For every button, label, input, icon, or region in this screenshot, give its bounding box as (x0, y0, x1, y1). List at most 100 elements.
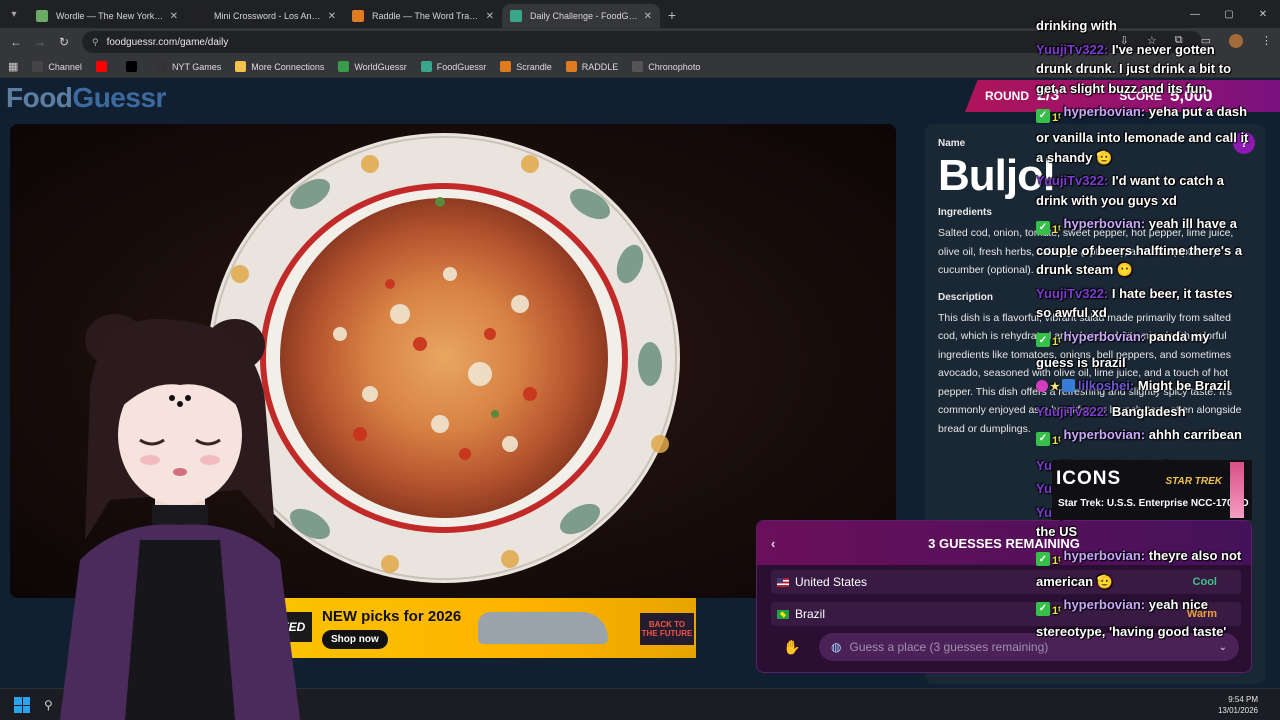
flag-us-icon (777, 577, 789, 587)
verified-badge-icon: ✓ (1036, 552, 1050, 567)
browser-tab[interactable]: Wordle — The New York Times ✕ (28, 4, 186, 28)
chat-overlay-ad[interactable]: ICONS STAR TREK Star Trek: U.S.S. Enterp… (1052, 460, 1252, 520)
ad-right-logo: BACK TO THE FUTURE (640, 613, 694, 645)
thumb-icon[interactable]: ✋ (783, 639, 800, 656)
chat-badges: ✓ 1ᵗ (1036, 108, 1061, 129)
scrandle-icon (500, 61, 512, 72)
browser-tab[interactable]: Daily Challenge - FoodGuessr | ✕ (502, 4, 660, 28)
taskbar-search-icon[interactable]: ⚲ (44, 698, 53, 712)
collapse-chevron-icon[interactable]: ‹ (771, 536, 775, 551)
ad-brand: ICONS (1056, 468, 1122, 489)
forward-icon[interactable]: → (28, 35, 52, 49)
chat-message: ★ lilkoshei: Might be Brazil (1036, 376, 1250, 398)
verified-badge-icon: ✓ (1036, 602, 1050, 616)
rank-badge-icon: 1ᵗ (1052, 435, 1061, 447)
ad-shop-now-button[interactable]: Shop now (322, 630, 388, 649)
address-bar[interactable]: ⚲ foodguessr.com/game/daily (82, 31, 1202, 53)
bookmark-item[interactable]: FoodGuessr (420, 61, 487, 72)
chat-message: YuujiTv322: I'd want to catch a drink wi… (1036, 171, 1250, 210)
chat-message: ✓ 1ᵗ hyperbovian: ahhh carribean (1036, 425, 1250, 451)
bookmark-label: Scrandle (516, 61, 552, 72)
close-tab-icon[interactable]: ✕ (486, 11, 494, 22)
bookmark-item[interactable] (125, 61, 142, 72)
bookmark-item[interactable]: RADDLE (565, 61, 619, 72)
worldguessr-icon (338, 61, 350, 72)
new-tab-button[interactable]: + (660, 7, 684, 23)
x-icon (125, 61, 137, 72)
chat-message: YuujiTv322: I hate beer, it tastes so aw… (1036, 284, 1250, 323)
chat-username[interactable]: hyperbovian: (1064, 548, 1146, 563)
chat-message: ✓ 1ᵗ hyperbovian: yeha put a dash or vanil… (1036, 102, 1250, 167)
round-label: ROUND (985, 89, 1029, 103)
verified-badge-icon: ✓ (1036, 221, 1050, 235)
close-tab-icon[interactable]: ✕ (328, 11, 336, 22)
flag-br-icon (777, 609, 789, 619)
chat-badges: ✓ 1ᵗ (1036, 602, 1061, 622)
guess-country: Brazil (795, 607, 826, 621)
stream-chat-overlay: drinking with YuujiTv322: I've never gott… (1036, 16, 1250, 645)
back-icon[interactable]: ← (4, 35, 28, 49)
tab-search-icon[interactable]: ▾ (0, 0, 28, 28)
chat-message: ✓ 1ᵗ hyperbovian: theyre also not american… (1036, 546, 1250, 592)
close-tab-icon[interactable]: ✕ (644, 11, 652, 22)
chat-badges: ★ (1036, 378, 1075, 398)
bookmark-item[interactable]: NYT Games (155, 61, 221, 72)
chat-username[interactable]: hyperbovian: (1064, 216, 1146, 231)
tab-title: Wordle — The New York Times (56, 11, 164, 21)
chat-message: ✓ 1ᵗ hyperbovian: yeah nice stereotype, 'h… (1036, 595, 1250, 641)
chat-username[interactable]: YuujiTv322: (1036, 404, 1108, 419)
bookmark-label: RADDLE (581, 61, 619, 72)
bookmark-item[interactable]: More Connections (235, 61, 324, 72)
heart-badge-icon (1036, 380, 1048, 393)
bookmark-label: More Connections (251, 61, 325, 72)
chat-username[interactable]: YuujiTv322: (1036, 42, 1108, 57)
chat-username[interactable]: lilkoshei: (1078, 378, 1134, 393)
chat-text: Bangladesh (1111, 403, 1186, 419)
chronophoto-icon (632, 61, 644, 72)
url-text: foodguessr.com/game/daily (106, 36, 229, 48)
foodguessr-icon (510, 10, 522, 22)
la-times-icon (194, 10, 206, 22)
bookmark-item[interactable] (95, 61, 112, 72)
tab-title: Raddle — The Word Transform (372, 11, 480, 21)
chat-text: ahhh carribean (1148, 427, 1242, 443)
apps-icon[interactable]: ▦ (8, 60, 18, 73)
clock-time: 9:54 PM (1228, 695, 1258, 704)
youtube-icon (95, 61, 107, 72)
close-window-icon[interactable]: ✕ (1246, 0, 1280, 28)
rank-badge-icon: 1ᵗ (1052, 224, 1061, 236)
guess-country: United States (795, 575, 868, 589)
chat-username[interactable]: hyperbovian: (1064, 104, 1146, 119)
site-info-icon[interactable]: ⚲ (92, 37, 99, 48)
bookmark-label: FoodGuessr (436, 61, 487, 72)
system-clock[interactable]: 9:54 PM 13/01/2026 (1218, 694, 1258, 716)
vtuber-avatar (60, 300, 320, 720)
chat-username[interactable]: YuujiTv322: (1036, 173, 1108, 188)
close-tab-icon[interactable]: ✕ (170, 11, 178, 22)
bookmark-item[interactable]: Channel (32, 61, 82, 72)
chat-username[interactable]: hyperbovian: (1064, 427, 1146, 442)
browser-tab[interactable]: Mini Crossword - Los Angeles T ✕ (186, 4, 344, 28)
foodguessr-icon (420, 61, 432, 72)
reload-icon[interactable]: ↻ (52, 35, 76, 49)
chat-username[interactable]: YuujiTv322: (1036, 286, 1108, 301)
bookmark-item[interactable]: WorldGuessr (338, 61, 407, 72)
chat-username[interactable]: hyperbovian: (1064, 597, 1146, 612)
verified-badge-icon: ✓ (1036, 108, 1050, 123)
ad-car-image (478, 612, 608, 644)
windows-start-icon[interactable] (14, 697, 30, 713)
chat-username[interactable]: hyperbovian: (1064, 329, 1146, 344)
bookmark-item[interactable]: Chronophoto (632, 61, 700, 72)
bookmark-item[interactable]: Scrandle (500, 61, 552, 72)
browser-tab[interactable]: Raddle — The Word Transform ✕ (344, 4, 502, 28)
raddle-icon (352, 10, 364, 22)
chat-badges: ✓ 1ᵗ (1036, 221, 1061, 241)
foodguessr-logo[interactable]: FoodGuessr (6, 82, 166, 114)
globe-icon: ◍ (831, 640, 842, 654)
sub-badge-icon (1061, 379, 1075, 393)
connections-icon (235, 61, 247, 72)
chat-badges: ✓ 1ᵗ (1036, 333, 1061, 353)
menu-icon[interactable]: ⋮ (1261, 34, 1272, 48)
ad-subtitle: Star Trek: U.S.S. Enterprise NCC-1701-D (1058, 498, 1249, 509)
advertisement-banner[interactable]: SPEED NEW picks for 2026 Shop now BACK T… (258, 598, 696, 658)
